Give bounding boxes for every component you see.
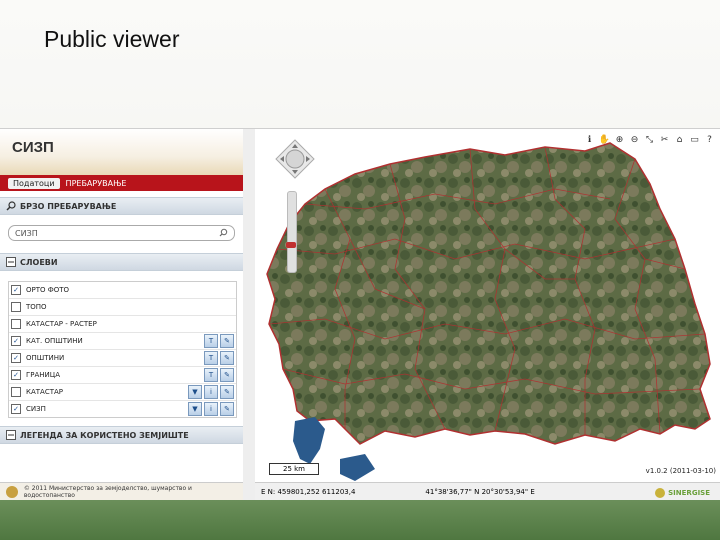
pan-icon[interactable]: ✋ bbox=[598, 133, 611, 146]
map-view[interactable]: ℹ ✋ ⊕ ⊖ ⤡ ✂ ⌂ ▭ ? 25 km v1.0.2 (2011-03-… bbox=[255, 129, 720, 501]
layer-item-border[interactable]: ✓ ГРАНИЦА T ✎ bbox=[9, 367, 236, 384]
brand-name: SINERGISE bbox=[668, 489, 710, 497]
version-label: v1.0.2 (2011-03-10) bbox=[645, 467, 716, 475]
brand-mark-icon bbox=[655, 488, 666, 498]
layers-header[interactable]: СЛОЕВИ bbox=[0, 253, 243, 271]
copyright-text: © 2011 Министерство за земјоделство, шум… bbox=[23, 485, 192, 499]
zoom-handle[interactable] bbox=[286, 242, 296, 248]
layer-label: ТОПО bbox=[26, 303, 47, 311]
edit-icon[interactable]: ✎ bbox=[220, 351, 234, 365]
layer-item-orthophoto[interactable]: ✓ ОРТО ФОТО bbox=[9, 282, 236, 299]
info-icon[interactable]: i bbox=[204, 402, 218, 416]
coords-projected: E N: 459801,252 611203,4 bbox=[261, 488, 356, 496]
help-icon[interactable]: ? bbox=[703, 133, 716, 146]
tab-search[interactable]: ПРЕБАРУВАЊЕ bbox=[60, 179, 133, 188]
layer-checkbox[interactable]: ✓ bbox=[11, 370, 21, 380]
lake-prespa bbox=[340, 454, 375, 481]
collapse-icon bbox=[6, 430, 16, 440]
layer-list: ✓ ОРТО ФОТО ТОПО КАТАСТАР - РАСТЕР ✓ КАТ… bbox=[8, 281, 237, 418]
decorative-meadow bbox=[0, 500, 720, 540]
edit-icon[interactable]: ✎ bbox=[220, 368, 234, 382]
zoom-in-icon[interactable]: ⊕ bbox=[613, 133, 626, 146]
layer-checkbox[interactable] bbox=[11, 302, 21, 312]
search-value: СИЗП bbox=[15, 228, 38, 238]
layer-item-topo[interactable]: ТОПО bbox=[9, 299, 236, 316]
quick-search-input[interactable]: СИЗП bbox=[8, 225, 235, 241]
quick-search-title: БРЗО ПРЕБАРУВАЊЕ bbox=[20, 201, 117, 211]
layer-checkbox[interactable]: ✓ bbox=[11, 285, 21, 295]
layer-checkbox[interactable] bbox=[11, 319, 21, 329]
layer-label: КАТАСТАР - РАСТЕР bbox=[26, 320, 97, 328]
info-icon[interactable]: i bbox=[204, 385, 218, 399]
scale-bar: 25 km bbox=[269, 463, 319, 475]
quick-search-header[interactable]: БРЗО ПРЕБАРУВАЊЕ bbox=[0, 197, 243, 215]
label-toggle-icon[interactable]: T bbox=[204, 368, 218, 382]
layer-item-sizp[interactable]: ✓ СИЗП ▼ i ✎ bbox=[9, 401, 236, 417]
filter-icon[interactable]: ▼ bbox=[188, 402, 202, 416]
home-icon[interactable]: ⌂ bbox=[673, 133, 686, 146]
app-screenshot: СИЗП Податоци ПРЕБАРУВАЊЕ БРЗО ПРЕБАРУВА… bbox=[0, 128, 720, 501]
label-toggle-icon[interactable]: T bbox=[204, 351, 218, 365]
layer-label: СИЗП bbox=[26, 405, 46, 413]
label-toggle-icon[interactable]: T bbox=[204, 334, 218, 348]
select-icon[interactable]: ⤡ bbox=[643, 133, 656, 146]
legend-title: ЛЕГЕНДА ЗА КОРИСТЕНО ЗЕМЈИШТЕ bbox=[20, 430, 189, 440]
side-panel: СИЗП Податоци ПРЕБАРУВАЊЕ БРЗО ПРЕБАРУВА… bbox=[0, 129, 244, 501]
layer-item-cadastre[interactable]: КАТАСТАР ▼ i ✎ bbox=[9, 384, 236, 401]
search-icon bbox=[6, 201, 16, 211]
satellite-map bbox=[266, 142, 711, 481]
layer-label: КАТ. ОПШТИНИ bbox=[26, 337, 83, 345]
layer-label: ОПШТИНИ bbox=[26, 354, 65, 362]
panel-footer: © 2011 Министерство за земјоделство, шум… bbox=[0, 482, 243, 501]
layer-label: ГРАНИЦА bbox=[26, 371, 61, 379]
panel-header: СИЗП bbox=[0, 129, 243, 175]
ministry-seal-icon bbox=[6, 486, 18, 498]
slide-title: Public viewer bbox=[44, 26, 180, 52]
zoom-out-icon[interactable]: ⊖ bbox=[628, 133, 641, 146]
layer-checkbox[interactable] bbox=[11, 387, 21, 397]
layer-item-municipalities[interactable]: ✓ ОПШТИНИ T ✎ bbox=[9, 350, 236, 367]
collapse-icon bbox=[6, 257, 16, 267]
print-icon[interactable]: ▭ bbox=[688, 133, 701, 146]
legend-header[interactable]: ЛЕГЕНДА ЗА КОРИСТЕНО ЗЕМЈИШТЕ bbox=[0, 426, 243, 444]
map-toolbar: ℹ ✋ ⊕ ⊖ ⤡ ✂ ⌂ ▭ ? bbox=[583, 133, 716, 146]
layer-item-cadastre-raster[interactable]: КАТАСТАР - РАСТЕР bbox=[9, 316, 236, 333]
pan-control[interactable] bbox=[275, 139, 315, 179]
search-icon[interactable] bbox=[219, 228, 228, 239]
layer-label: КАТАСТАР bbox=[26, 388, 63, 396]
layer-item-cadastral-municipalities[interactable]: ✓ КАТ. ОПШТИНИ T ✎ bbox=[9, 333, 236, 350]
coordinate-bar: E N: 459801,252 611203,4 41°38'36,77" N … bbox=[255, 482, 720, 501]
layer-checkbox[interactable]: ✓ bbox=[11, 404, 21, 414]
app-logo: СИЗП bbox=[12, 139, 54, 156]
tools-icon[interactable]: ✂ bbox=[658, 133, 671, 146]
zoom-slider[interactable] bbox=[286, 191, 297, 273]
layer-checkbox[interactable]: ✓ bbox=[11, 336, 21, 346]
layers-title: СЛОЕВИ bbox=[20, 257, 58, 267]
edit-icon[interactable]: ✎ bbox=[220, 385, 234, 399]
filter-icon[interactable]: ▼ bbox=[188, 385, 202, 399]
tab-data[interactable]: Податоци bbox=[8, 177, 60, 189]
layer-label: ОРТО ФОТО bbox=[26, 286, 70, 294]
coords-latlon: 41°38'36,77" N 20°30'53,94" E bbox=[425, 488, 535, 496]
edit-icon[interactable]: ✎ bbox=[220, 334, 234, 348]
brand-logo: SINERGISE bbox=[655, 488, 710, 498]
lake-ohrid bbox=[293, 417, 325, 464]
edit-icon[interactable]: ✎ bbox=[220, 402, 234, 416]
info-icon[interactable]: ℹ bbox=[583, 133, 596, 146]
layer-checkbox[interactable]: ✓ bbox=[11, 353, 21, 363]
tab-bar: Податоци ПРЕБАРУВАЊЕ bbox=[0, 175, 243, 191]
